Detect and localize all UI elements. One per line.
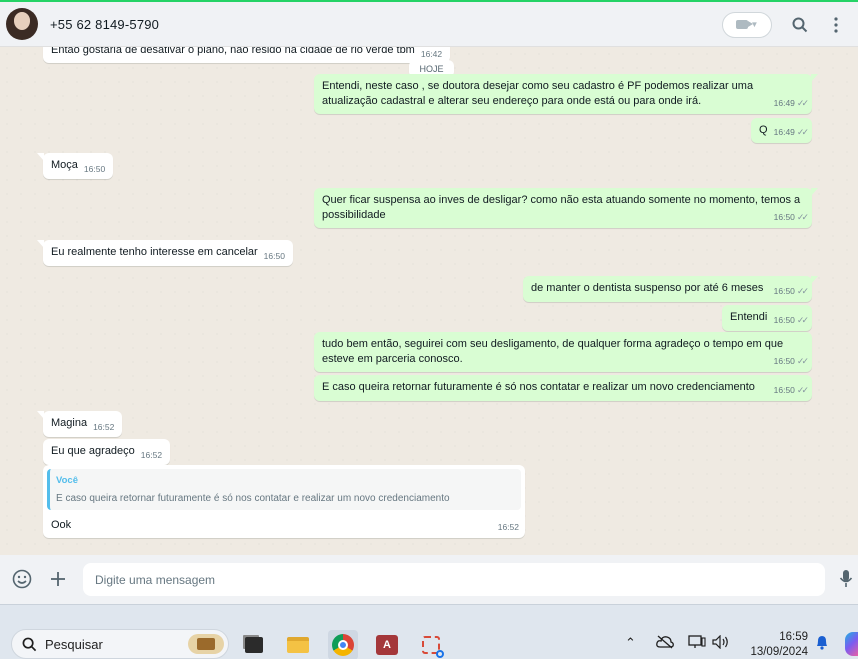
message-time: 16:50 [83,164,106,174]
chrome-icon [332,634,354,656]
message-time: 16:49 [773,98,795,108]
message-time: 16:52 [497,522,519,532]
search-button[interactable] [786,11,814,39]
video-call-button[interactable]: ▼ [722,11,772,38]
message-bubble-outgoing[interactable]: de manter o dentista suspenso por até 6 … [523,276,818,302]
search-icon [22,637,37,651]
message-text: Entendi [730,311,768,323]
chat-header: +55 62 8149-5790 ▼ [0,0,858,47]
task-view-button[interactable] [241,632,267,658]
access-icon: A [376,635,398,655]
message-text: Eu realmente tenho interesse em cancelar [51,246,258,258]
message-time: 16:50 [773,286,795,296]
snipping-tool-button[interactable] [418,632,444,658]
read-receipt-icon: ✓✓ [796,315,809,325]
taskbar-search-label: Pesquisar [45,636,103,652]
message-composer [0,555,858,604]
attach-button[interactable] [46,567,70,591]
read-receipt-icon: ✓✓ [796,385,809,395]
chevron-up-icon[interactable]: ⌃ [625,635,636,651]
message-input[interactable] [83,563,825,596]
quoted-message[interactable]: Você E caso queira retornar futuramente … [47,469,521,510]
message-list[interactable]: Então gostaria de desativar o plano, não… [0,47,858,555]
file-explorer-icon [287,637,309,653]
taskbar-search[interactable]: Pesquisar [11,629,229,659]
message-bubble-outgoing[interactable]: Entendi, neste caso , se doutora desejar… [314,74,818,114]
contact-avatar[interactable] [6,8,38,40]
voice-message-button[interactable] [834,567,858,591]
volume-icon[interactable] [712,634,730,652]
clock-time: 16:59 [779,631,808,643]
menu-icon [834,16,838,33]
attach-plus-icon [51,572,65,586]
message-time: 16:50 [773,356,795,366]
message-bubble-outgoing[interactable]: E caso queira retornar futuramente é só … [314,375,812,401]
copilot-icon[interactable] [845,632,858,656]
message-text: Magina [51,417,88,429]
message-text: Então gostaria de desativar o plano, não… [51,47,415,56]
message-text: Quer ficar suspensa ao inves de desligar… [322,194,801,221]
read-receipt-icon: ✓✓ [796,212,809,222]
read-receipt-icon: ✓✓ [796,98,809,108]
message-bubble-incoming-reply[interactable]: Você E caso queira retornar futuramente … [43,465,525,538]
message-text: Eu que agradeço [51,445,135,457]
chrome-button[interactable] [328,630,358,659]
quoted-text: E caso queira retornar futuramente é só … [56,493,450,504]
message-time: 16:50 [773,385,795,395]
task-view-icon [245,637,263,653]
message-text: Ook [51,519,72,531]
search-icon [792,17,808,32]
menu-button[interactable] [822,11,850,39]
message-text: Entendi, neste caso , se doutora desejar… [322,80,754,107]
message-time: 16:52 [93,422,115,432]
message-time: 16:49 [773,127,795,137]
snipping-tool-icon [422,636,444,658]
read-receipt-icon: ✓✓ [796,356,809,366]
message-bubble-outgoing[interactable]: Quer ficar suspensa ao inves de desligar… [314,188,818,228]
message-text: tudo bem então, seguirei com seu desliga… [322,338,784,365]
message-time: 16:50 [263,251,285,261]
message-time: 16:50 [773,315,795,325]
message-bubble-outgoing[interactable]: Q 16:49 ✓✓ [751,118,812,143]
access-button[interactable]: A [374,632,400,658]
header-actions: ▼ [722,2,858,47]
message-text: Q [759,124,768,136]
notification-bell-icon[interactable] [815,634,829,653]
read-receipt-icon: ✓✓ [796,127,809,137]
message-bubble-incoming[interactable]: Eu que agradeço 16:52 [43,439,171,465]
message-bubble-incoming[interactable]: Então gostaria de desativar o plano, não… [43,47,451,63]
message-bubble-outgoing[interactable]: tudo bem então, seguirei com seu desliga… [314,332,812,372]
message-bubble-incoming[interactable]: Eu realmente tenho interesse em cancelar… [37,240,293,266]
system-clock[interactable]: 16:59 13/09/2024 [750,630,808,659]
video-call-icon [735,20,753,29]
emoji-icon [12,569,32,589]
cloud-off-icon[interactable] [656,635,674,652]
message-bubble-incoming[interactable]: Moça 16:50 [36,153,114,179]
microphone-icon [839,570,853,587]
contact-name[interactable]: +55 62 8149-5790 [50,17,159,32]
file-explorer-button[interactable] [285,632,311,658]
message-time: 16:52 [140,450,163,460]
message-bubble-outgoing[interactable]: Entendi 16:50 ✓✓ [722,305,812,331]
message-text: Moça [51,159,78,171]
message-time: 16:50 [773,212,795,222]
message-text: E caso queira retornar futuramente é só … [322,381,755,393]
message-time: 16:42 [420,49,443,59]
windows-taskbar: Pesquisar A ⌃ 16:59 13/09/2024 [0,604,858,659]
clock-date: 13/09/2024 [750,646,808,658]
message-text: de manter o dentista suspenso por até 6 … [531,282,764,294]
read-receipt-icon: ✓✓ [796,286,809,296]
quoted-author: Você [56,475,79,486]
work-briefcase-icon [188,634,224,654]
emoji-button[interactable] [10,567,34,591]
display-icon[interactable] [688,635,706,652]
message-bubble-incoming[interactable]: Magina 16:52 [36,411,123,437]
